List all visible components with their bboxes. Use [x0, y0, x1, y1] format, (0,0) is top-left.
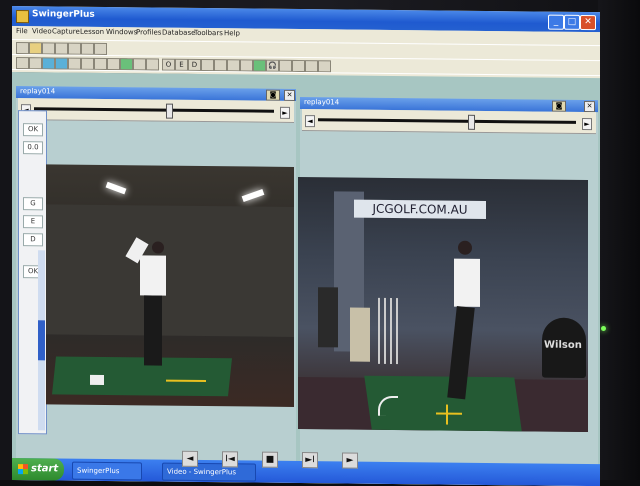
playback-controls: ◄ I◄ ■ ►I ► [162, 448, 362, 472]
golfer-shirt [454, 258, 480, 307]
camera-icon[interactable]: ◙ [552, 100, 566, 112]
monitor-right-edge [598, 0, 640, 480]
golfer-head [458, 240, 472, 255]
club-rack [378, 297, 402, 365]
step-forward-icon[interactable]: ► [280, 106, 290, 119]
bag-brand: Wilson [544, 339, 582, 351]
pointer-icon[interactable] [16, 57, 29, 70]
compare-icon[interactable] [94, 57, 107, 70]
stop-button[interactable]: ■ [262, 451, 278, 468]
golfer-head [152, 241, 164, 254]
d-button[interactable]: D [188, 58, 201, 71]
start-label: start [31, 463, 59, 475]
step-back-icon[interactable]: ◄ [305, 115, 315, 128]
timeline-slider[interactable]: ◄ ► [302, 109, 596, 135]
sponsor-banner: JCGOLF.COM.AU [354, 199, 486, 219]
panel-title: replay014 [304, 98, 340, 107]
mat-line [436, 412, 462, 415]
timeline-thumb[interactable] [166, 103, 173, 119]
menu-file[interactable]: File [16, 27, 28, 35]
split-icon[interactable] [81, 42, 94, 55]
green-screen-icon[interactable] [120, 58, 133, 71]
video-right[interactable]: JCGOLF.COM.AU Wilson [298, 176, 588, 433]
speaker [318, 287, 338, 348]
menu-lesson[interactable]: Lesson [80, 28, 104, 36]
o-button[interactable]: O [162, 58, 175, 71]
golfer-shirt [140, 255, 166, 296]
rewind-button[interactable]: ◄ [182, 450, 198, 467]
overlay-icon[interactable] [133, 58, 146, 71]
minimize-button[interactable]: _ [548, 14, 564, 30]
screen: SwingerPlus _ □ ✕ File Video Capture Les… [12, 6, 600, 486]
open-icon[interactable] [16, 42, 29, 55]
single-view-icon[interactable] [42, 57, 55, 70]
audio-icon[interactable] [279, 59, 292, 72]
zoom-icon[interactable] [227, 59, 240, 72]
menu-profiles[interactable]: Profiles [136, 28, 161, 36]
pen-icon[interactable] [318, 60, 331, 73]
ok-button[interactable]: OK [23, 123, 43, 137]
grid-icon[interactable] [81, 57, 94, 70]
panel-close-icon[interactable]: ✕ [584, 100, 595, 113]
start-button[interactable]: start [12, 458, 64, 481]
prev-frame-button[interactable]: I◄ [222, 451, 238, 468]
golfer-legs [144, 295, 162, 366]
capture-icon[interactable] [55, 42, 68, 55]
timeline-slider[interactable]: ◄ ► [18, 98, 294, 123]
menu-video[interactable]: Video [32, 27, 52, 35]
timeline-track[interactable] [318, 118, 576, 124]
split-screen-icon[interactable] [146, 58, 159, 71]
layout-icon[interactable] [29, 57, 42, 70]
play-button[interactable]: ► [342, 452, 358, 469]
save-icon[interactable] [42, 42, 55, 55]
timeline-track[interactable] [34, 107, 274, 113]
person-icon[interactable] [94, 42, 107, 55]
speed-field[interactable]: 0.0 [23, 141, 43, 155]
record-icon[interactable] [253, 59, 266, 72]
cabinet [350, 307, 370, 362]
menu-toolbars[interactable]: Toolbars [194, 29, 223, 37]
left-scroll-thumb[interactable] [38, 320, 45, 361]
d-side-button[interactable]: D [23, 233, 43, 247]
mat-line [166, 379, 206, 383]
g-button[interactable]: G [23, 197, 43, 211]
app-icon [16, 10, 29, 24]
frame-icon[interactable] [68, 57, 81, 70]
tools-icon[interactable] [305, 60, 318, 73]
step-forward-icon[interactable]: ► [582, 117, 592, 131]
e-side-button[interactable]: E [23, 215, 43, 229]
flag-icon[interactable] [240, 59, 253, 72]
menu-database[interactable]: Database [162, 29, 195, 37]
panel-close-icon[interactable]: ✕ [284, 89, 295, 101]
camera-icon[interactable]: ◙ [266, 89, 280, 101]
loop-icon[interactable] [201, 58, 214, 72]
close-button[interactable]: ✕ [580, 14, 596, 31]
folder-icon[interactable] [29, 42, 42, 55]
e-button[interactable]: E [175, 58, 188, 71]
timeline-thumb[interactable] [467, 114, 475, 130]
menu-capture[interactable]: Capture [52, 27, 80, 35]
window-title: SwingerPlus [32, 9, 95, 20]
next-frame-button[interactable]: ►I [302, 452, 318, 469]
menu-help[interactable]: Help [224, 29, 240, 37]
dual-view-icon[interactable] [55, 57, 68, 70]
task-swingerplus[interactable]: SwingerPlus [72, 461, 142, 481]
refresh-icon[interactable] [214, 59, 227, 72]
maximize-button[interactable]: □ [564, 14, 580, 30]
headphones-icon[interactable]: 🎧 [266, 59, 279, 72]
mat-marker [90, 374, 104, 385]
windows-logo-icon [18, 464, 28, 475]
select-icon[interactable] [107, 57, 120, 71]
power-led [601, 326, 606, 331]
ceiling-light [105, 181, 127, 195]
panel-title: replay014 [20, 87, 56, 96]
menu-windows[interactable]: Windows [106, 28, 137, 36]
backdrop [46, 204, 294, 337]
hitting-mat [52, 356, 232, 397]
camera-icon[interactable] [68, 42, 81, 55]
export-icon[interactable] [292, 59, 305, 73]
ceiling-light [241, 189, 265, 203]
video-left[interactable] [46, 164, 294, 407]
